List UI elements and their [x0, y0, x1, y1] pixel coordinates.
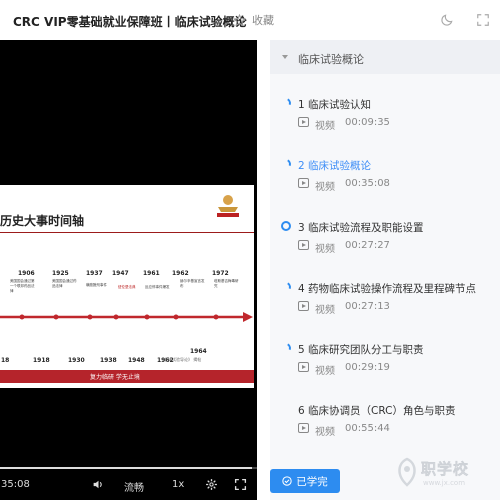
- lesson-item[interactable]: 4 药物临床试验操作流程及里程碑节点 视频 00:27:13: [270, 280, 500, 341]
- course-title: CRC VIP零基础就业保障班丨临床试验概论: [13, 15, 247, 29]
- video-icon: [298, 117, 309, 127]
- lesson-title: 3 临床试验流程及职能设置: [298, 222, 424, 234]
- lesson-item[interactable]: 6 临床协调员（CRC）角色与职责 视频 00:55:44: [270, 403, 500, 463]
- year-label: 18: [1, 357, 10, 364]
- lesson-type: 视频: [315, 244, 335, 255]
- chapter-title: 临床试验概论: [298, 53, 364, 66]
- progress-ring-icon: [279, 96, 293, 110]
- check-circle-icon: [282, 476, 292, 486]
- mark-complete-button[interactable]: 已学完: [270, 469, 340, 493]
- year-label: 1930: [68, 357, 85, 364]
- star-icon: [233, 13, 246, 26]
- chapter-header[interactable]: 临床试验概论: [270, 40, 500, 74]
- favorite-button[interactable]: 收藏: [233, 12, 274, 28]
- slide-footer-text: 复力临研 学无止境: [90, 374, 140, 381]
- year-label: 1972: [212, 270, 229, 277]
- year-label: 1964: [190, 348, 207, 355]
- year-label: 1906: [18, 270, 35, 277]
- video-player[interactable]: 历史大事时间轴 1906 1925 1937 1947 1961 1962 19…: [0, 40, 257, 500]
- lesson-item[interactable]: 5 临床研究团队分工与职责 视频 00:29:19: [270, 341, 500, 402]
- year-label: 1918: [33, 357, 50, 364]
- video-icon: [298, 423, 309, 433]
- slide-heading: 历史大事时间轴: [0, 214, 85, 228]
- event-text: 美国国会通过第一个联邦药品法律: [10, 279, 35, 293]
- settings-icon[interactable]: [205, 478, 218, 491]
- lesson-title: 6 临床协调员（CRC）角色与职责: [298, 405, 456, 417]
- lesson-item[interactable]: 1 临床试验认知 视频 00:09:35: [270, 96, 500, 157]
- volume-icon[interactable]: [92, 478, 105, 491]
- timeline-arrow: [0, 312, 253, 322]
- brand-logo-icon: [217, 195, 239, 217]
- lesson-type: 视频: [315, 305, 335, 316]
- lesson-title: 1 临床试验认知: [298, 99, 372, 111]
- header-actions: [440, 12, 490, 26]
- watermark-url: www.jx.com: [423, 479, 466, 487]
- year-label: 1938: [100, 357, 117, 364]
- speed-selector[interactable]: 1x: [172, 479, 184, 490]
- lesson-duration: 00:09:35: [345, 117, 390, 128]
- year-label: 1948: [128, 357, 145, 364]
- lesson-duration: 00:55:44: [345, 423, 390, 434]
- video-icon: [298, 362, 309, 372]
- progress-fill: [0, 467, 252, 469]
- lesson-item-active[interactable]: 2 临床试验概论 视频 00:35:08: [270, 157, 500, 218]
- event-text: 赫尔辛基宣言发布: [180, 279, 205, 288]
- lesson-item[interactable]: 3 临床试验流程及职能设置 视频 00:27:27: [270, 220, 500, 280]
- lesson-title: 5 临床研究团队分工与职责: [298, 344, 424, 356]
- year-label: 1947: [112, 270, 129, 277]
- progress-ring-icon: [279, 280, 293, 294]
- lesson-title: 4 药物临床试验操作流程及里程碑节点: [298, 283, 477, 295]
- fullscreen-icon[interactable]: [234, 478, 247, 491]
- lesson-duration: 00:29:19: [345, 362, 390, 373]
- video-icon: [298, 178, 309, 188]
- year-label: 1937: [86, 270, 103, 277]
- lesson-duration: 00:27:27: [345, 240, 390, 251]
- page-header: CRC VIP零基础就业保障班丨临床试验概论 收藏: [0, 0, 500, 40]
- fullscreen-icon[interactable]: [476, 12, 490, 26]
- year-label: 1962: [172, 270, 189, 277]
- lesson-type: 视频: [315, 182, 335, 193]
- watermark: 职学校 www.jx.com: [393, 455, 493, 495]
- event-text: 纽伦堡法典: [118, 285, 136, 289]
- lesson-title: 2 临床试验概论: [298, 160, 372, 172]
- quality-selector[interactable]: 流畅: [124, 479, 144, 494]
- watermark-text: 职学校: [421, 460, 470, 478]
- event-text: 美国国会通过药品法律: [52, 279, 77, 288]
- progress-bar[interactable]: [0, 467, 257, 469]
- progress-ring-icon: [281, 221, 291, 231]
- favorite-label: 收藏: [252, 14, 274, 27]
- dark-mode-icon[interactable]: [440, 12, 454, 26]
- slide-footer: 复力临研 学无止境: [0, 370, 254, 383]
- lesson-type: 视频: [315, 366, 335, 377]
- event-text: 塔斯基吉梅毒研究: [214, 279, 239, 288]
- year-label: 1961: [143, 270, 160, 277]
- video-icon: [298, 240, 309, 250]
- progress-ring-icon: [279, 157, 293, 171]
- lesson-duration: 00:35:08: [345, 178, 390, 189]
- event-text: 反应停事件爆发: [145, 285, 170, 289]
- event-text: 磺胺酏剂事件: [86, 283, 107, 287]
- current-time: 35:08: [1, 479, 30, 490]
- video-frame: 历史大事时间轴 1906 1925 1937 1947 1961 1962 19…: [0, 185, 254, 388]
- slide-divider: [0, 232, 254, 233]
- slide-source-note: 《临床试验导论》 揭帖: [160, 357, 202, 362]
- watermark-logo-icon: [398, 457, 416, 487]
- mark-complete-label: 已学完: [296, 475, 328, 488]
- lesson-duration: 00:27:13: [345, 301, 390, 312]
- video-icon: [298, 301, 309, 311]
- lesson-type: 视频: [315, 427, 335, 438]
- year-label: 1925: [52, 270, 69, 277]
- caret-down-icon: [282, 55, 288, 59]
- lesson-panel: 临床试验概论 1 临床试验认知 视频 00:09:35 2 临床试验概论 视频 …: [270, 40, 500, 500]
- progress-ring-icon: [279, 341, 293, 355]
- lesson-type: 视频: [315, 121, 335, 132]
